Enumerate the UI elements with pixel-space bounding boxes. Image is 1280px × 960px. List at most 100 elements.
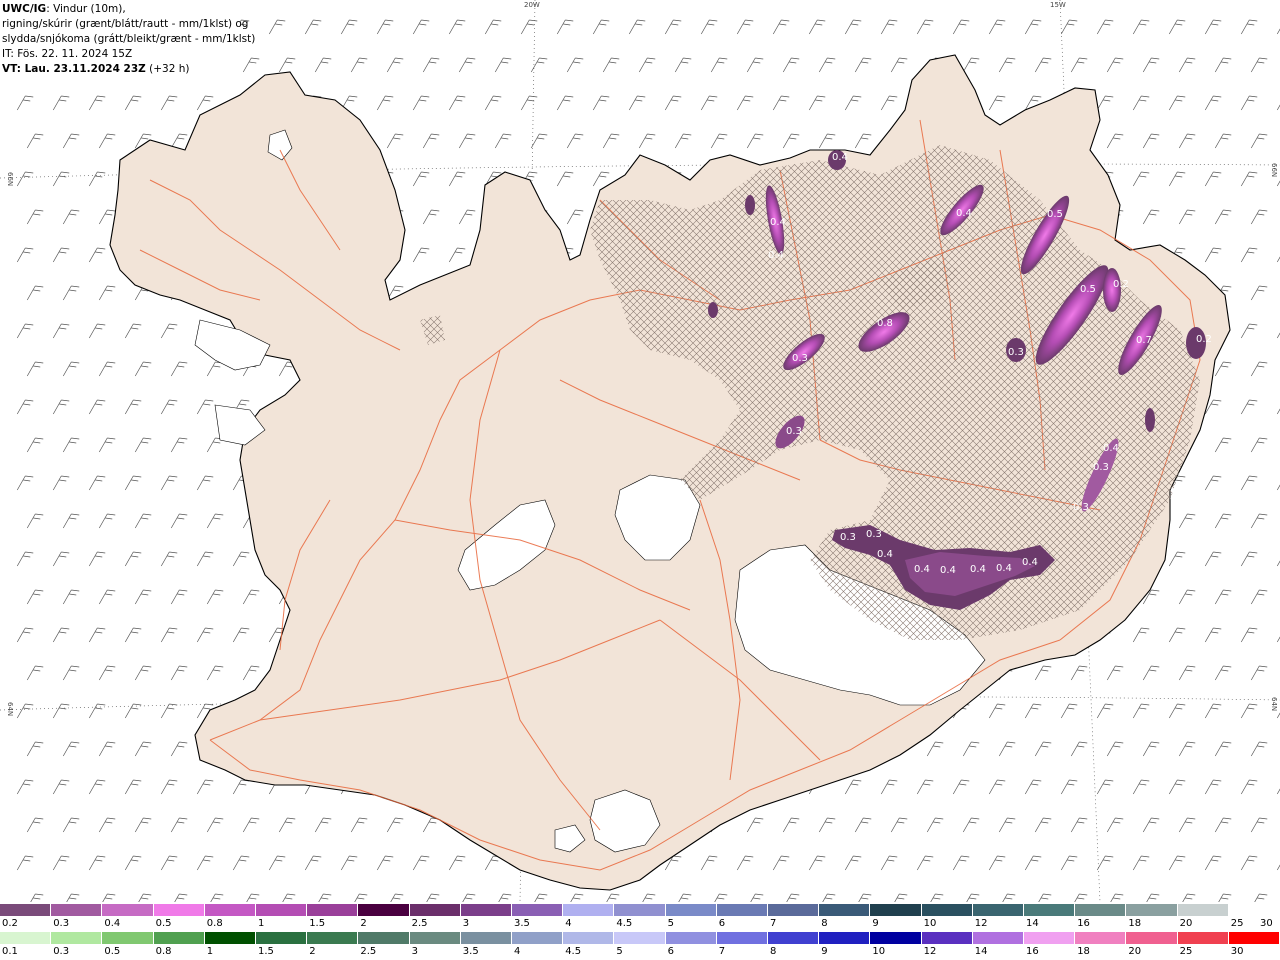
colorbar-swatch bbox=[870, 904, 922, 916]
map-value-label: 0.3 bbox=[1008, 347, 1024, 358]
colorbar-swatch bbox=[51, 932, 103, 944]
colorbar-tick-label: 4 bbox=[565, 918, 572, 929]
colorbar-tick-label: 1 bbox=[206, 946, 214, 957]
map-value-label: 0.4 bbox=[877, 549, 893, 560]
colorbar-tick-label: 3.5 bbox=[462, 946, 479, 957]
lat-label-66n-left: 66N bbox=[6, 172, 14, 186]
map-value-label: 0.3 bbox=[1093, 462, 1109, 473]
colorbar-swatch bbox=[0, 904, 52, 916]
colorbar-tick-label: 2.5 bbox=[360, 946, 377, 957]
map-value-label: 0.3 bbox=[866, 529, 882, 540]
colorbar-tick-label: 0.5 bbox=[155, 918, 172, 929]
colorbar-swatch bbox=[563, 904, 615, 916]
colorbar-swatch bbox=[1075, 932, 1127, 944]
map-value-label: 0.4 bbox=[970, 564, 986, 575]
colorbar-tick-label: 6 bbox=[667, 946, 674, 957]
map-value-label: 0.4 bbox=[770, 217, 786, 228]
colorbar-tick-label: 16 bbox=[1026, 946, 1039, 957]
colorbar-tick-label: 25 bbox=[1179, 946, 1193, 957]
map-value-label: 0.3 bbox=[1073, 502, 1089, 513]
colorbar-swatch bbox=[409, 932, 461, 944]
colorbar-swatch bbox=[1228, 904, 1280, 916]
colorbar-tick-label: 20 bbox=[1179, 918, 1193, 929]
colorbar-swatch bbox=[358, 904, 410, 916]
colorbar-swatch bbox=[460, 932, 513, 944]
map-value-label: 0.8 bbox=[877, 318, 893, 329]
map-value-label: 0.4 bbox=[768, 250, 784, 261]
map-value-label: 0.3 bbox=[792, 353, 808, 364]
colorbar-tick-label: 8 bbox=[821, 918, 828, 929]
colorbar-rain bbox=[0, 932, 1280, 944]
colorbar-swatch bbox=[409, 904, 461, 916]
colorbar-tick-label: 2.5 bbox=[411, 918, 428, 929]
map-value-label: 0.4 bbox=[1103, 443, 1119, 454]
colorbar-swatch bbox=[51, 904, 103, 916]
lat-label-64n-left: 64N bbox=[6, 702, 14, 716]
colorbar-tick-label: 18 bbox=[1077, 946, 1090, 957]
colorbar-tick-label: 1.5 bbox=[309, 918, 326, 929]
map-value-label: 0.4 bbox=[996, 563, 1012, 574]
colorbar-swatch bbox=[102, 932, 154, 944]
lon-label-20w: 20W bbox=[524, 1, 540, 9]
colorbar-swatch bbox=[1228, 932, 1280, 944]
lon-label-15w: 15W bbox=[1050, 1, 1066, 9]
map-value-label: 0.7 bbox=[1136, 335, 1152, 346]
colorbar-tick-label: 14 bbox=[974, 946, 988, 957]
colorbar-swatch bbox=[307, 904, 359, 916]
product-name: UWC/IG bbox=[2, 3, 47, 15]
colorbar-swatch bbox=[512, 932, 564, 944]
colorbar-swatch bbox=[1177, 932, 1229, 944]
legend-line-snow: slydda/snjókoma (grátt/bleikt/grænt - mm… bbox=[2, 33, 256, 45]
map-value-label: 0.2 bbox=[1196, 334, 1212, 345]
colorbar-tick-label: 2 bbox=[360, 918, 367, 929]
colorbar-snow bbox=[0, 904, 1280, 916]
colorbar-swatch bbox=[0, 932, 52, 944]
valid-time: VT: Lau. 23.11.2024 23Z bbox=[2, 63, 146, 75]
colorbar-tick-label: 0.5 bbox=[104, 946, 121, 957]
colorbar-tick-label: 0.8 bbox=[155, 946, 172, 957]
colorbar-swatch bbox=[1126, 932, 1178, 944]
colorbar-swatch bbox=[768, 932, 820, 944]
colorbar-swatch bbox=[1024, 904, 1076, 916]
colorbar-swatch bbox=[1024, 932, 1076, 944]
colorbar-tick-label: 18 bbox=[1128, 918, 1142, 929]
colorbar-tick-label: 3 bbox=[411, 946, 418, 957]
colorbar-tick-label: 5 bbox=[667, 918, 674, 929]
colorbar-tick-label: 9 bbox=[872, 918, 879, 929]
weather-map: 0.4 0.3 0.4 0.3 0.3 0.4 0.4 0.4 0.4 0.4 … bbox=[0, 0, 1280, 902]
colorbar-tick-label: 12 bbox=[923, 946, 937, 957]
colorbar-tick-label: 0.1 bbox=[2, 946, 18, 957]
colorbar-tick-label: 3 bbox=[462, 918, 470, 929]
colorbar-swatch bbox=[204, 904, 257, 916]
colorbar-swatch bbox=[870, 932, 922, 944]
colorbar-tick-label: 30 bbox=[1230, 946, 1244, 957]
colorbar-tick-label: 0.3 bbox=[53, 946, 70, 957]
map-value-label: 0.4 bbox=[1022, 557, 1038, 568]
colorbar-swatch bbox=[256, 904, 308, 916]
colorbar-tick-label: 10 bbox=[923, 918, 937, 929]
colorbar-tick-label: 8 bbox=[770, 946, 777, 957]
colorbar-snow-labels: 0.2 0.3 0.4 0.5 0.8 1 1.5 2 2.5 3 3.5 4 4.5 5 6 7 8 9 10 12… bbox=[0, 918, 1280, 930]
colorbar-swatch bbox=[665, 932, 717, 944]
legend-line-rain: rigning/skúrir (grænt/blátt/rautt - mm/1… bbox=[2, 18, 249, 30]
colorbar-swatch bbox=[716, 932, 769, 944]
colorbar-tick-label: 0.4 bbox=[104, 918, 121, 929]
colorbar-tick-label: 20 bbox=[1128, 946, 1142, 957]
colorbar-swatch bbox=[921, 932, 973, 944]
map-value-label: 0.3 bbox=[786, 426, 802, 437]
colorbar-tick-label: 9 bbox=[821, 946, 828, 957]
colorbar-swatch bbox=[1177, 904, 1229, 916]
colorbar-tick-label: 1.5 bbox=[258, 946, 274, 957]
colorbar-tick-label: 12 bbox=[974, 918, 988, 929]
colorbar-rain-labels: 0.1 0.3 0.5 0.8 1 1.5 2 2.5 3 3.5 4 4.5 5 6 7 8 9 10 12 14 1… bbox=[0, 946, 1280, 958]
colorbar-swatch bbox=[921, 904, 973, 916]
colorbar-swatch bbox=[153, 904, 205, 916]
colorbar-swatch bbox=[819, 932, 871, 944]
colorbar-tick-label: 4.5 bbox=[565, 946, 582, 957]
init-time: IT: Fös. 22. 11. 2024 15Z bbox=[2, 48, 133, 60]
colorbar-tick-label: 6 bbox=[718, 918, 726, 929]
colorbar-tick-label: 0.2 bbox=[2, 918, 18, 929]
colorbar-swatch bbox=[256, 932, 308, 944]
map-value-label: 0.3 bbox=[840, 532, 856, 543]
colorbar-tick-label: 30 bbox=[1260, 918, 1273, 929]
